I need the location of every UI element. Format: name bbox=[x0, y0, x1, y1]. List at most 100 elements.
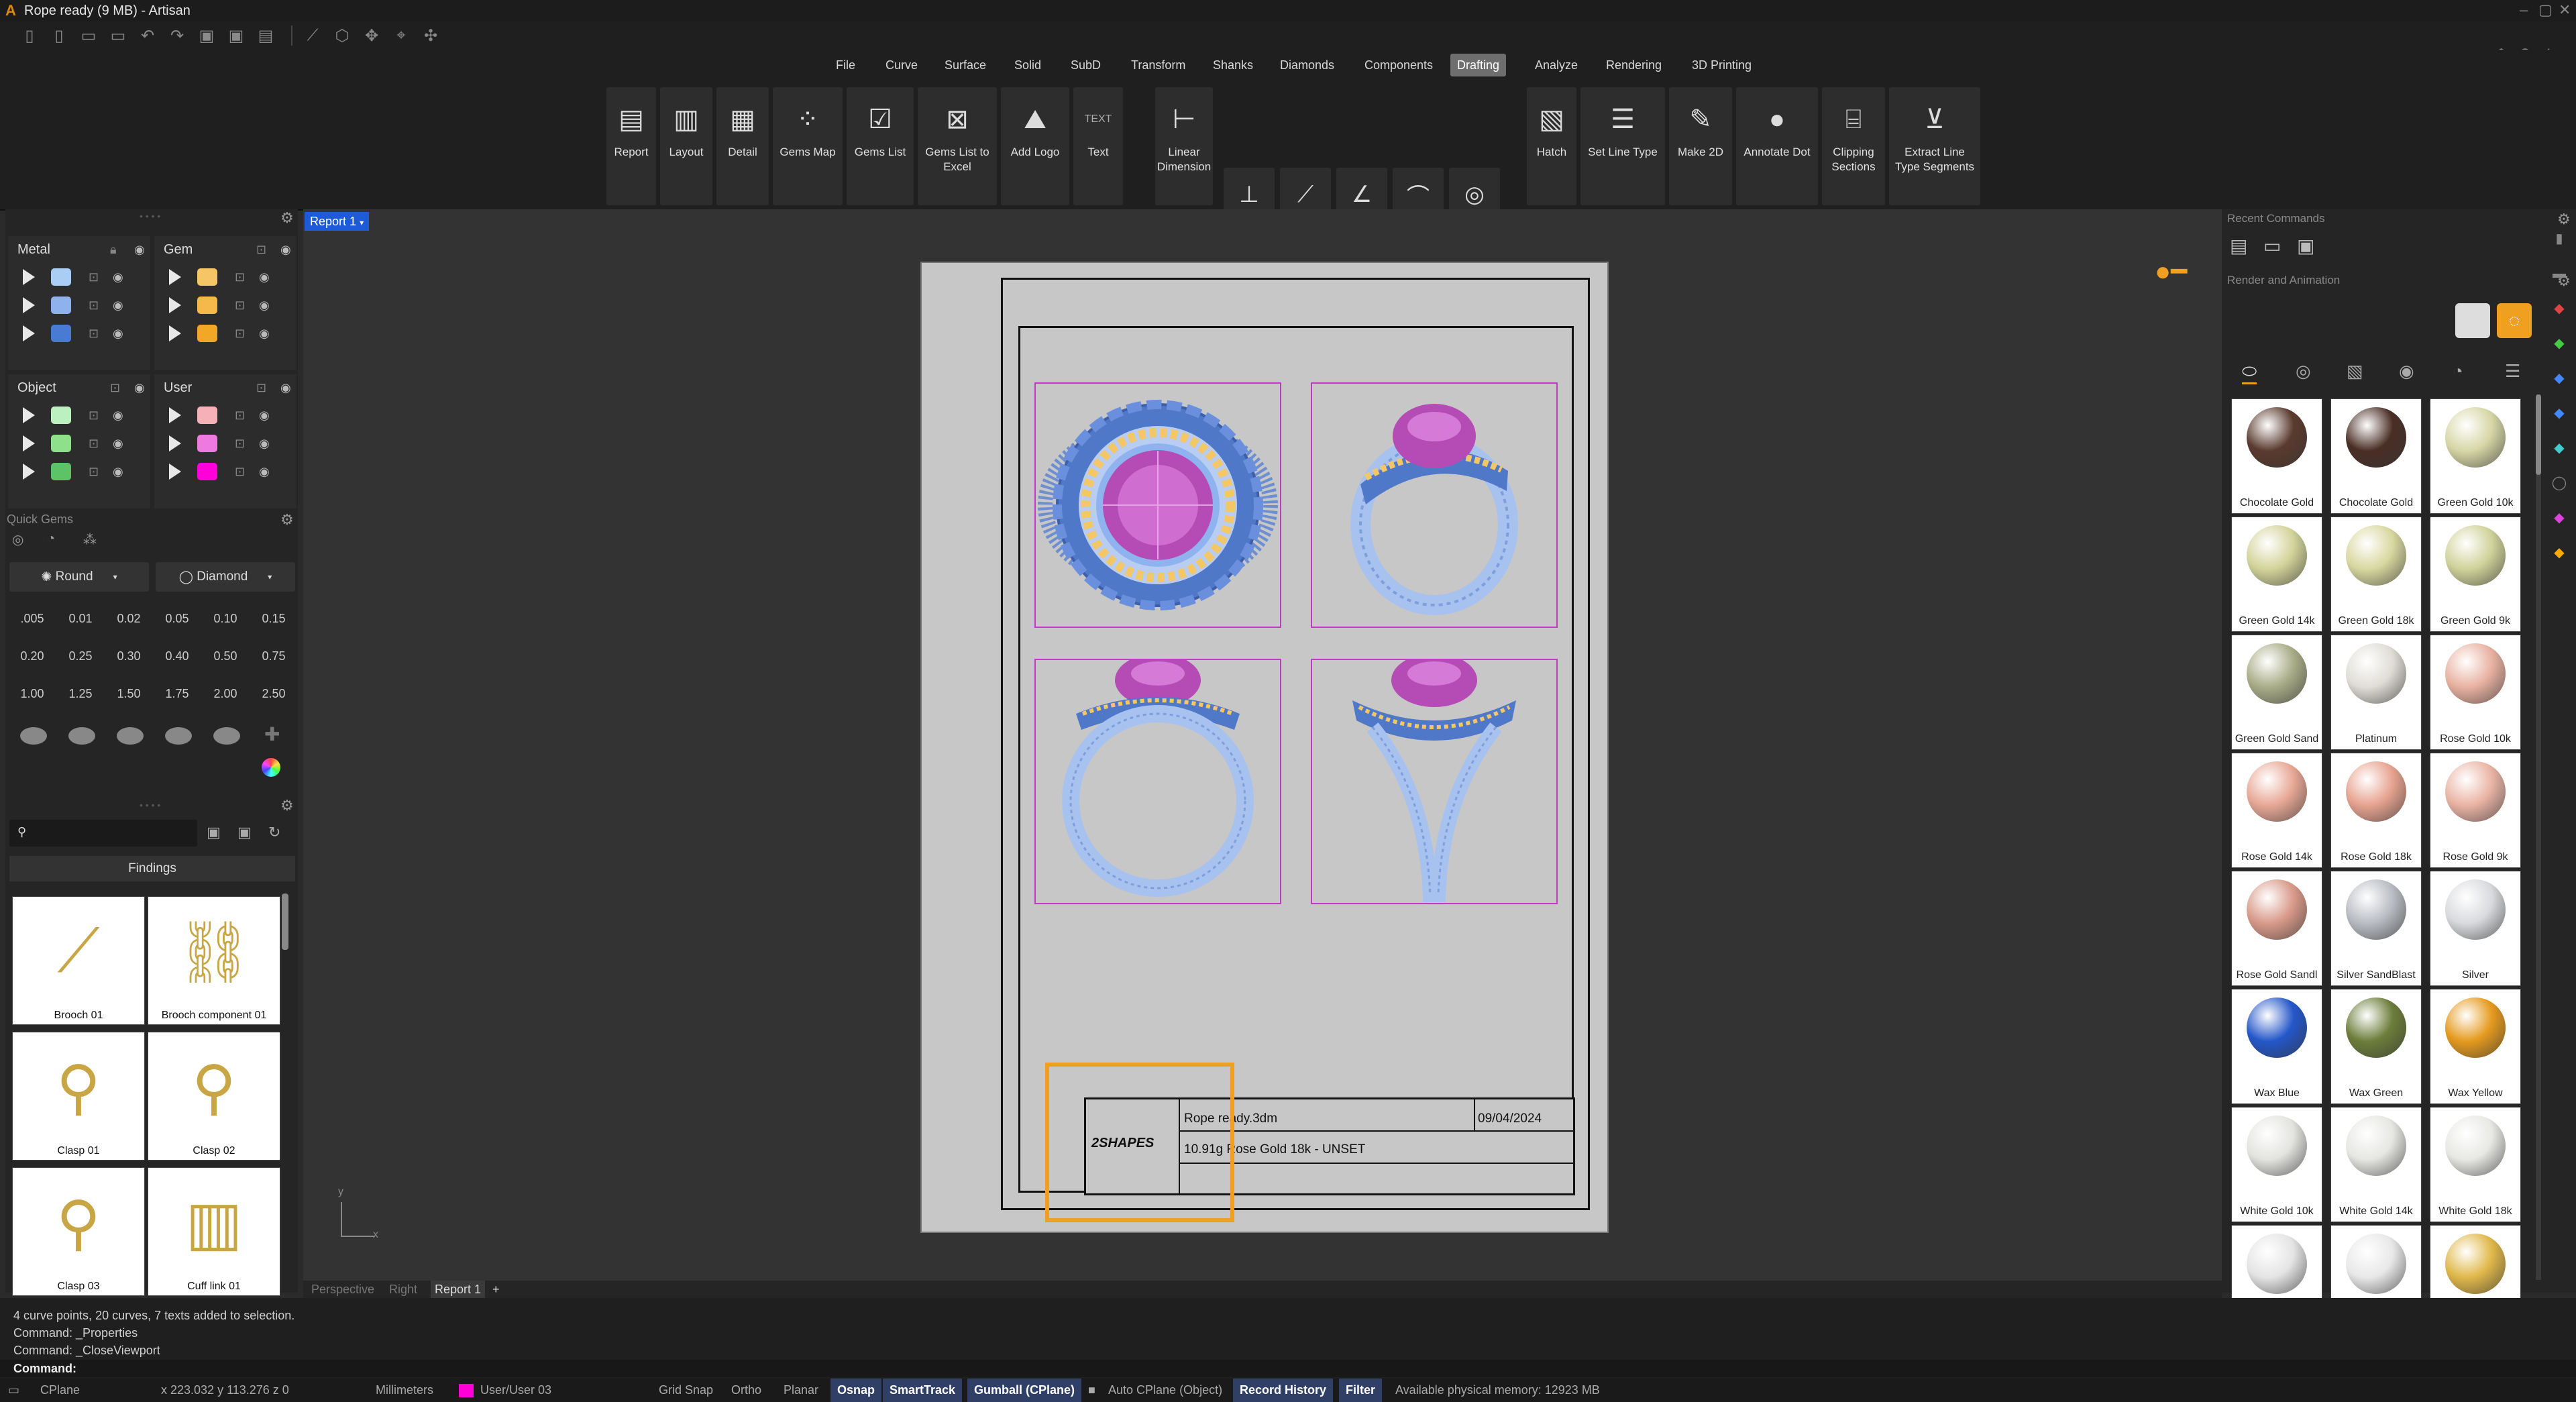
side-tool-10-icon[interactable]: ◆ bbox=[2549, 535, 2569, 570]
gem-plus-icon[interactable]: ✚ bbox=[264, 723, 280, 745]
material-swatch[interactable]: Silver SandBlast bbox=[2330, 871, 2422, 986]
gumball-tool-icon[interactable]: ✣ bbox=[419, 23, 443, 48]
new-file-icon[interactable]: ▯ bbox=[17, 23, 42, 48]
material-swatch[interactable]: Green Gold 9k bbox=[2430, 517, 2521, 632]
planar-toggle[interactable]: Planar bbox=[784, 1379, 818, 1402]
layer-color-swatch[interactable] bbox=[197, 435, 217, 452]
auto-cplane-checkbox[interactable]: ■ bbox=[1088, 1379, 1095, 1402]
play-icon[interactable] bbox=[23, 435, 35, 451]
layer-color-swatch[interactable] bbox=[197, 296, 217, 314]
layer-color-swatch[interactable] bbox=[51, 463, 71, 480]
material-swatch[interactable]: Green Gold 10k bbox=[2430, 398, 2521, 514]
material-swatch[interactable]: White Gold 18k bbox=[2430, 1107, 2521, 1222]
layer-row[interactable]: ⊡ ◉ bbox=[154, 401, 297, 429]
play-icon[interactable] bbox=[23, 464, 35, 480]
close-icon[interactable]: ✕ bbox=[2559, 1, 2571, 19]
layer-row[interactable]: ⊡ ◉ bbox=[154, 319, 297, 347]
gem-tools-icon[interactable]: ◔ bbox=[47, 531, 55, 547]
lock-icon[interactable]: ⊡ bbox=[235, 409, 248, 422]
side-tool-2-icon[interactable]: ▬ bbox=[2549, 256, 2569, 291]
finding-item[interactable]: ⟋ Brooch 01 bbox=[12, 896, 145, 1025]
layer-color-swatch[interactable] bbox=[51, 407, 71, 424]
material-swatch[interactable]: Wax Yellow bbox=[2430, 989, 2521, 1104]
save-as-icon[interactable]: ▣ bbox=[224, 23, 248, 48]
play-icon[interactable] bbox=[23, 325, 35, 341]
eye-icon[interactable]: ◉ bbox=[113, 437, 129, 450]
eye-icon[interactable]: ◉ bbox=[113, 465, 129, 478]
layer-row[interactable]: ⊡ ◉ bbox=[8, 319, 150, 347]
material-swatch[interactable]: Wax Blue bbox=[2231, 989, 2322, 1104]
material-swatch[interactable]: Rose Gold 9k bbox=[2430, 753, 2521, 868]
units-selector[interactable]: Millimeters bbox=[376, 1379, 433, 1402]
side-tool-6-icon[interactable]: ◆ bbox=[2549, 396, 2569, 431]
menu-curve[interactable]: Curve bbox=[879, 54, 924, 76]
eye-icon[interactable]: ◉ bbox=[280, 243, 297, 256]
menu-analyze[interactable]: Analyze bbox=[1528, 54, 1585, 76]
material-swatch[interactable]: Rose Gold Sandl bbox=[2231, 871, 2322, 986]
menu-file[interactable]: File bbox=[829, 54, 862, 76]
lock-icon[interactable]: ⊡ bbox=[89, 270, 102, 284]
play-icon[interactable] bbox=[169, 325, 181, 341]
set-line-type-button[interactable]: ☰ Set Line Type bbox=[1580, 87, 1665, 205]
open-icon[interactable]: ▭ bbox=[76, 23, 101, 48]
render-active-button[interactable]: ◌ bbox=[2497, 303, 2532, 338]
menu-drafting[interactable]: Drafting bbox=[1450, 54, 1507, 76]
material-swatch[interactable]: Rose Gold 14k bbox=[2231, 753, 2322, 868]
eye-icon[interactable]: ◉ bbox=[113, 270, 129, 284]
detail-button[interactable]: ▦ Detail bbox=[716, 87, 769, 205]
textures-tab-icon[interactable]: ▧ bbox=[2347, 361, 2363, 382]
library-gear-icon[interactable]: ⚙ bbox=[280, 797, 294, 814]
folder-icon[interactable]: ▣ bbox=[237, 824, 252, 841]
scrollbar-thumb[interactable] bbox=[2536, 394, 2541, 475]
gem-size-button[interactable]: 0.30 bbox=[107, 641, 150, 671]
library-scrollbar[interactable] bbox=[282, 894, 288, 950]
layer-color-swatch[interactable] bbox=[197, 407, 217, 424]
transform-tool-icon[interactable]: ✥ bbox=[360, 23, 384, 48]
side-tool-5-icon[interactable]: ◆ bbox=[2549, 361, 2569, 396]
grid-snap-toggle[interactable]: Grid Snap bbox=[659, 1379, 713, 1402]
gem-size-button[interactable]: 0.10 bbox=[204, 604, 247, 633]
detail-view-front[interactable] bbox=[1034, 653, 1281, 904]
finding-item[interactable]: ⚲ Clasp 01 bbox=[12, 1032, 145, 1161]
play-icon[interactable] bbox=[169, 407, 181, 423]
add-folder-icon[interactable]: ▣ bbox=[207, 824, 221, 841]
lock-icon[interactable]: ⊡ bbox=[235, 437, 248, 450]
material-swatch[interactable]: Chocolate Gold bbox=[2330, 398, 2422, 514]
gem-size-button[interactable]: 2.50 bbox=[252, 679, 295, 708]
gem-shape-4-icon[interactable] bbox=[165, 727, 192, 745]
layer-color-swatch[interactable] bbox=[51, 268, 71, 286]
camera-tab-icon[interactable]: ◔ bbox=[2453, 361, 2463, 382]
eye-icon[interactable]: ◉ bbox=[113, 409, 129, 422]
annotate-dot-button[interactable]: ● Annotate Dot bbox=[1736, 87, 1818, 205]
eye-icon[interactable]: ◉ bbox=[259, 465, 275, 478]
clipping-sections-button[interactable]: ⌸ Clipping Sections bbox=[1822, 87, 1885, 205]
refresh-icon[interactable]: ↻ bbox=[268, 824, 280, 841]
redo-icon[interactable]: ↷ bbox=[165, 23, 189, 48]
gem-size-button[interactable]: 0.01 bbox=[59, 604, 102, 633]
text-button[interactable]: TEXT Text bbox=[1073, 87, 1123, 205]
gumball-toggle[interactable]: Gumball (CPlane) bbox=[967, 1379, 1082, 1402]
gems-tab-icon[interactable]: ◎ bbox=[2296, 361, 2311, 382]
lock-icon[interactable]: ⊡ bbox=[235, 465, 248, 478]
menu-solid[interactable]: Solid bbox=[1008, 54, 1048, 76]
curve-tool-icon[interactable]: ⟋ bbox=[301, 23, 325, 48]
layer-row[interactable]: ⊡ ◉ bbox=[154, 291, 297, 319]
layer-row[interactable]: ⊡ ◉ bbox=[8, 457, 150, 486]
play-icon[interactable] bbox=[169, 297, 181, 313]
gem-material-select[interactable]: ◯ Diamond ▾ bbox=[156, 562, 295, 592]
panel-grip[interactable]: • • • • bbox=[140, 800, 160, 810]
recent-report-icon[interactable]: ▤ bbox=[2230, 235, 2247, 257]
material-swatch[interactable]: Platinum bbox=[2330, 635, 2422, 750]
gem-size-button[interactable]: 0.50 bbox=[204, 641, 247, 671]
detail-view-perspective[interactable] bbox=[1311, 382, 1558, 628]
menu-rendering[interactable]: Rendering bbox=[1599, 54, 1668, 76]
gem-size-button[interactable]: 1.50 bbox=[107, 679, 150, 708]
material-swatch[interactable]: Green Gold 18k bbox=[2330, 517, 2422, 632]
layer-row[interactable]: ⊡ ◉ bbox=[154, 429, 297, 457]
gem-size-button[interactable]: .005 bbox=[11, 604, 54, 633]
gem-shape-1-icon[interactable] bbox=[20, 727, 47, 745]
play-icon[interactable] bbox=[23, 407, 35, 423]
add-logo-button[interactable]: ⛰ Add Logo bbox=[1001, 87, 1069, 205]
layer-color-swatch[interactable] bbox=[51, 435, 71, 452]
recent-folder-icon[interactable]: ▭ bbox=[2263, 235, 2281, 257]
